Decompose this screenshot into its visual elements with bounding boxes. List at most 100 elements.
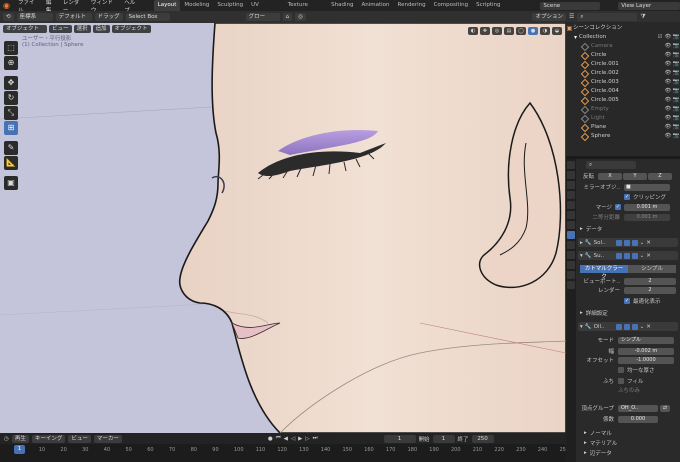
modifier-tab-icon[interactable] bbox=[567, 231, 575, 239]
gizmo-toggle-icon[interactable]: ✥ bbox=[480, 27, 490, 35]
camera-icon[interactable]: 📷 bbox=[672, 114, 680, 123]
transform-orientation-icon[interactable]: ⟲ bbox=[3, 13, 14, 21]
scene-selector[interactable]: Scene bbox=[540, 1, 601, 10]
jump-end-icon[interactable]: ⏭ bbox=[313, 435, 318, 442]
play-icon[interactable]: ▶ bbox=[298, 436, 302, 442]
close-icon[interactable]: ✕ bbox=[646, 240, 651, 246]
modifier-name[interactable]: Sol.. bbox=[594, 240, 614, 246]
axis-x-toggle[interactable]: X bbox=[598, 172, 622, 180]
tab-animation[interactable]: Animation bbox=[357, 0, 393, 11]
editmode-toggle-icon[interactable] bbox=[615, 239, 622, 246]
modifier-name[interactable]: Su.. bbox=[594, 253, 614, 259]
factor-field[interactable]: 0.000 bbox=[618, 415, 658, 423]
physics-tab-icon[interactable] bbox=[567, 251, 575, 259]
render-levels-field[interactable]: 2 bbox=[624, 286, 676, 294]
render-toggle-icon[interactable] bbox=[631, 239, 638, 246]
render-toggle-icon[interactable] bbox=[631, 323, 638, 330]
scene-tab-icon[interactable] bbox=[567, 201, 575, 209]
mode-select[interactable]: シンプル bbox=[618, 336, 674, 344]
tool-tab-icon[interactable] bbox=[567, 161, 575, 169]
eye-icon[interactable]: 👁 bbox=[664, 123, 672, 132]
outliner-item[interactable]: Empty 👁 📷 bbox=[566, 105, 680, 114]
outliner-item[interactable]: Circle.004 👁 📷 bbox=[566, 87, 680, 96]
even-thickness-checkbox[interactable] bbox=[618, 367, 624, 373]
outliner-item[interactable]: Plane 👁 📷 bbox=[566, 123, 680, 132]
solidify-outline-modifier-header[interactable]: ▾ 🔧 Oll.. ⌄ ✕ bbox=[578, 322, 678, 331]
camera-icon[interactable]: 📷 bbox=[672, 33, 680, 42]
play-reverse-icon[interactable]: ◁ bbox=[291, 436, 295, 442]
collection-row[interactable]: ▾ Collection ☑ 👁 📷 bbox=[566, 33, 680, 42]
axis-y-toggle[interactable]: Y bbox=[623, 172, 647, 180]
materials-subpanel[interactable]: ▸ マテリアル bbox=[576, 439, 680, 447]
marker-menu[interactable]: マーカー bbox=[93, 434, 122, 443]
output-tab-icon[interactable] bbox=[567, 181, 575, 189]
axis-z-toggle[interactable]: Z bbox=[648, 172, 672, 180]
viewport-levels-field[interactable]: 2 bbox=[624, 277, 676, 285]
edge-data-subpanel[interactable]: ▸ 辺データ bbox=[576, 449, 680, 457]
tab-scripting[interactable]: Scripting bbox=[472, 0, 504, 11]
eye-icon[interactable]: 👁 bbox=[664, 51, 672, 60]
camera-icon[interactable]: 📷 bbox=[672, 51, 680, 60]
annotate-tool-icon[interactable]: ✎ bbox=[4, 141, 18, 155]
outliner-item[interactable]: Light 👁 📷 bbox=[566, 114, 680, 123]
tab-rendering[interactable]: Rendering bbox=[394, 0, 430, 11]
wireframe-shading-icon[interactable]: ◯ bbox=[516, 27, 526, 35]
modifier-name[interactable]: Oll.. bbox=[594, 324, 614, 330]
cursor-tool-icon[interactable]: ⊕ bbox=[4, 56, 18, 70]
outliner-item[interactable]: Camera 👁 📷 bbox=[566, 42, 680, 51]
invert-vertex-group-icon[interactable]: ⇄ bbox=[660, 404, 670, 412]
data-tab-icon[interactable] bbox=[567, 271, 575, 279]
end-frame-field[interactable]: 250 bbox=[471, 434, 494, 443]
playback-menu[interactable]: 再生 bbox=[11, 434, 29, 443]
filter-icon[interactable]: ⧩ bbox=[640, 13, 645, 21]
camera-icon[interactable]: 📷 bbox=[672, 69, 680, 78]
data-subpanel[interactable]: ▸ データ bbox=[576, 225, 680, 233]
overlay-toggle-icon[interactable]: ◎ bbox=[492, 27, 502, 35]
record-icon[interactable]: ● bbox=[268, 436, 273, 442]
outliner-item[interactable]: Circle.003 👁 📷 bbox=[566, 78, 680, 87]
eye-icon[interactable]: 👁 bbox=[664, 60, 672, 69]
select-mode-select[interactable]: Select Box bbox=[125, 13, 170, 21]
optimal-display-checkbox[interactable]: ✓ bbox=[624, 298, 630, 304]
camera-icon[interactable]: 📷 bbox=[672, 60, 680, 69]
menu-object[interactable]: オブジェクト bbox=[111, 25, 151, 33]
playhead[interactable]: 1 bbox=[14, 445, 25, 454]
pivot-select[interactable]: デフォルト bbox=[55, 13, 92, 21]
outliner-search-input[interactable]: ⌕ bbox=[577, 12, 638, 21]
close-icon[interactable]: ✕ bbox=[646, 253, 651, 259]
menu-select[interactable]: 選択 bbox=[73, 25, 91, 33]
select-tool-icon[interactable]: ⬚ bbox=[4, 41, 18, 55]
outliner-item[interactable]: Sphere 👁 📷 bbox=[566, 132, 680, 141]
eye-icon[interactable]: 👁 bbox=[664, 69, 672, 78]
3d-viewport[interactable]: オブジェクト ビュー 選択 追加 オブジェクト ユーザー・平行投影 (1) Co… bbox=[0, 23, 566, 433]
material-shading-icon[interactable]: ◑ bbox=[540, 27, 550, 35]
options-button[interactable]: オプション bbox=[532, 13, 566, 21]
editmode-toggle-icon[interactable] bbox=[615, 252, 622, 259]
scene-collection-row[interactable]: ▣ シーンコレクション bbox=[566, 24, 680, 33]
eye-icon[interactable]: 👁 bbox=[664, 87, 672, 96]
rotate-tool-icon[interactable]: ↻ bbox=[4, 91, 18, 105]
collapse-chevron-icon[interactable]: ▸ bbox=[580, 240, 583, 246]
viewport-toggle-icon[interactable] bbox=[623, 323, 630, 330]
transform-tool-icon[interactable]: ⊞ bbox=[4, 121, 18, 135]
solidify-modifier-header[interactable]: ▸ 🔧 Sol.. ⌄ ✕ bbox=[578, 238, 678, 247]
close-icon[interactable]: ✕ bbox=[646, 324, 651, 330]
mode-select[interactable]: オブジェクト bbox=[3, 25, 47, 33]
fill-rim-checkbox[interactable] bbox=[618, 378, 624, 384]
camera-icon[interactable]: 📷 bbox=[672, 78, 680, 87]
render-tab-icon[interactable] bbox=[567, 171, 575, 179]
bisect-distance-field[interactable]: 0.001 m bbox=[624, 213, 670, 221]
measure-tool-icon[interactable]: 📐 bbox=[4, 156, 18, 170]
object-tab-icon[interactable] bbox=[567, 221, 575, 229]
eye-icon[interactable]: 👁 bbox=[664, 96, 672, 105]
eye-icon[interactable]: 👁 bbox=[664, 33, 672, 42]
view-layer-selector[interactable]: View Layer bbox=[618, 1, 680, 10]
tab-sculpting[interactable]: Sculpting bbox=[213, 0, 247, 11]
keying-menu[interactable]: キーイング bbox=[31, 434, 66, 443]
view-layer-tab-icon[interactable] bbox=[567, 191, 575, 199]
visibility-icon[interactable]: ◐ bbox=[468, 27, 478, 35]
tab-texture-paint[interactable]: Texture Paint bbox=[284, 0, 327, 19]
vertex-group-field[interactable]: OH_O.. bbox=[618, 404, 658, 412]
outliner-item[interactable]: Circle.001 👁 📷 bbox=[566, 60, 680, 69]
offset-field[interactable]: -1.0000 bbox=[618, 356, 674, 364]
